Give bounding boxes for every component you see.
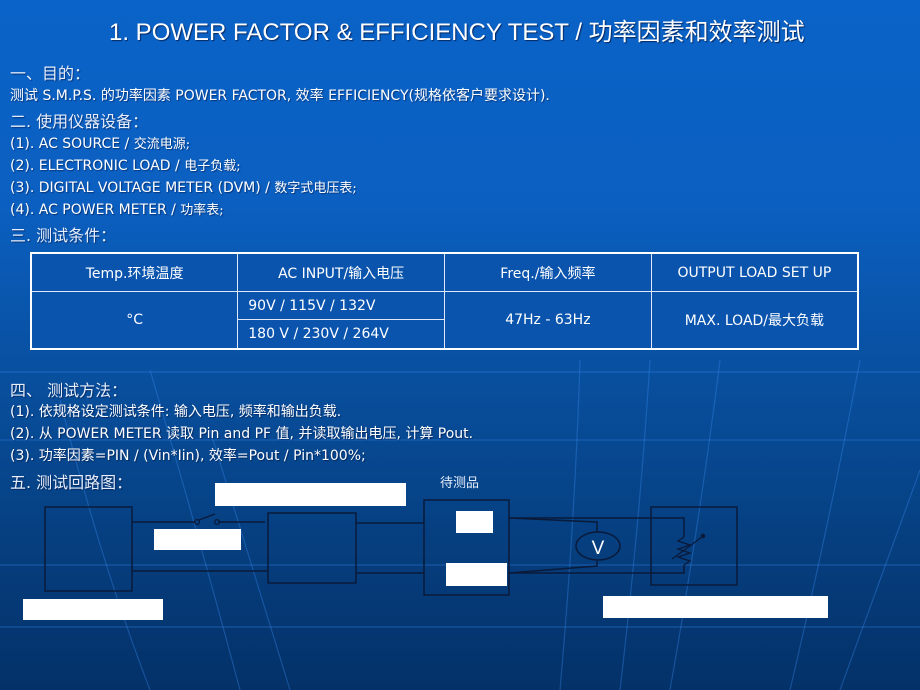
section1-heading: 一、目的：	[10, 64, 91, 83]
cell-ac-input-high: 180 V / 230V / 264V	[237, 319, 445, 350]
equipment-name-zh: 数字式电压表;	[274, 181, 357, 196]
dut-input-label	[446, 563, 507, 586]
power-meter-block	[267, 512, 357, 584]
ac-source-label	[23, 599, 163, 620]
method-item: (1). 依规格设定测试条件: 输入电压, 频率和输出负载.	[10, 404, 342, 420]
equipment-item: (1). AC SOURCE / 交流电源;	[10, 133, 190, 152]
equipment-name-zh: 交流电源;	[133, 137, 191, 152]
slide-title: 1. POWER FACTOR & EFFICIENCY TEST / 功率因素…	[109, 19, 805, 46]
equipment-name: (4). AC POWER METER /	[10, 202, 181, 218]
section4-heading: 四、 测试方法：	[10, 381, 128, 400]
equipment-item: (4). AC POWER METER / 功率表;	[10, 199, 224, 218]
electronic-load-label	[603, 596, 828, 618]
header-output-load: OUTPUT LOAD SET UP	[650, 252, 859, 292]
variable-resistor-icon	[671, 533, 706, 566]
power-meter-label	[215, 483, 406, 506]
method-item: (3). 功率因素=PIN / (Vin*Iin), 效率=Pout / Pin…	[10, 448, 366, 464]
cell-temp: °C	[30, 291, 239, 350]
equipment-name-zh: 电子负载;	[184, 159, 241, 174]
cell-freq: 47Hz - 63Hz	[444, 291, 652, 350]
cell-ac-input-low: 90V / 115V / 132V	[237, 291, 445, 320]
voltmeter-icon: V	[575, 531, 621, 561]
equipment-name: (1). AC SOURCE /	[10, 136, 134, 152]
switch-label	[154, 529, 241, 550]
section3-heading: 三. 测试条件：	[10, 226, 117, 245]
table-header-row: Temp.环境温度 AC INPUT/输入电压 Freq./输入频率 OUTPU…	[30, 252, 859, 292]
header-ac-input: AC INPUT/输入电压	[237, 252, 445, 292]
dut-output-label	[456, 511, 493, 533]
test-conditions-table: Temp.环境温度 AC INPUT/输入电压 Freq./输入频率 OUTPU…	[30, 252, 859, 350]
ac-source-block	[44, 506, 133, 592]
section1-text: 测试 S.M.P.S. 的功率因素 POWER FACTOR, 效率 EFFIC…	[10, 88, 550, 104]
section2-heading: 二. 使用仪器设备：	[10, 112, 149, 131]
equipment-name-zh: 功率表;	[180, 203, 224, 218]
switch-icon	[193, 513, 221, 526]
equipment-name: (3). DIGITAL VOLTAGE METER (DVM) /	[10, 180, 275, 196]
method-item: (2). 从 POWER METER 读取 Pin and PF 值, 并读取输…	[10, 426, 474, 442]
header-temp: Temp.环境温度	[30, 252, 239, 292]
equipment-name: (2). ELECTRONIC LOAD /	[10, 158, 185, 174]
equipment-item: (2). ELECTRONIC LOAD / 电子负载;	[10, 155, 241, 174]
cell-load: MAX. LOAD/最大负载	[650, 291, 859, 350]
voltmeter-symbol: V	[592, 538, 605, 559]
table-row: °C 90V / 115V / 132V 47Hz - 63Hz MAX. LO…	[30, 291, 859, 350]
equipment-item: (3). DIGITAL VOLTAGE METER (DVM) / 数字式电压…	[10, 177, 357, 196]
header-freq: Freq./输入频率	[444, 252, 652, 292]
